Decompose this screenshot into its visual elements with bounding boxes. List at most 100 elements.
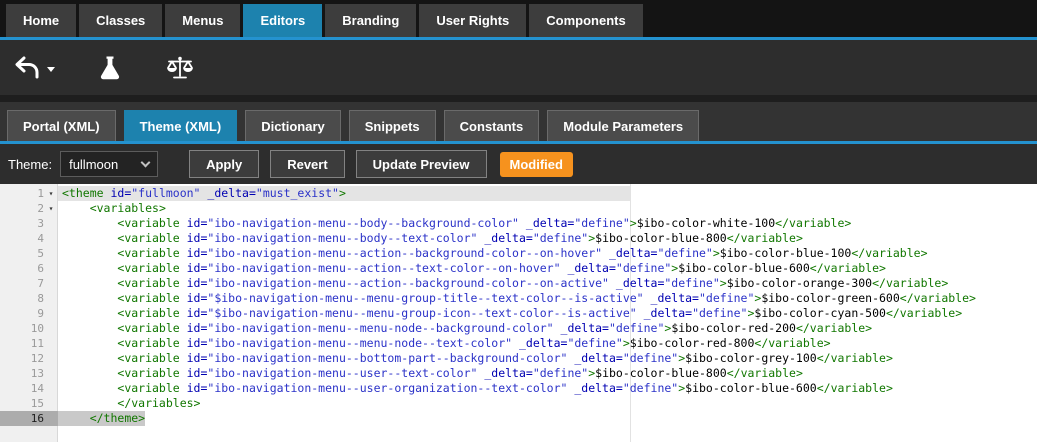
line-number: 1	[18, 186, 44, 201]
code-line[interactable]: <variable id="ibo-navigation-menu--actio…	[58, 246, 1037, 261]
code-token: </variable>	[872, 276, 948, 290]
code-token: _delta=	[637, 306, 692, 320]
top-tab-home[interactable]: Home	[6, 4, 76, 37]
editor-tab-theme-xml[interactable]: Theme (XML)	[124, 110, 238, 141]
top-tab-menus[interactable]: Menus	[165, 4, 240, 37]
code-token: "define"	[609, 321, 664, 335]
code-token	[62, 306, 117, 320]
code-token: $ibo-color-red-800	[630, 336, 755, 350]
code-token: "ibo-navigation-menu--bottom-part--backg…	[207, 351, 567, 365]
top-tab-user-rights[interactable]: User Rights	[419, 4, 526, 37]
editor-tab-bar: Portal (XML) Theme (XML)Dictionary Snippet…	[0, 102, 1037, 144]
top-tab-components[interactable]: Components	[529, 4, 642, 37]
code-token: id=	[180, 276, 208, 290]
code-token: id=	[180, 381, 208, 395]
apply-button[interactable]: Apply	[189, 150, 259, 178]
code-line[interactable]: <variable id="$ibo-navigation-menu--menu…	[58, 306, 1037, 321]
code-token	[62, 276, 117, 290]
toolbar	[0, 40, 1037, 102]
code-token: </variable>	[886, 306, 962, 320]
code-token	[62, 381, 117, 395]
code-line[interactable]: <variables>	[58, 201, 1037, 216]
code-token: id=	[180, 336, 208, 350]
code-line[interactable]: <variable id="ibo-navigation-menu--user-…	[58, 366, 1037, 381]
code-token: "ibo-navigation-menu--action--text-color…	[207, 261, 560, 275]
editor-tab-constants[interactable]: Constants	[444, 110, 540, 141]
code-line[interactable]: <variable id="ibo-navigation-menu--body-…	[58, 231, 1037, 246]
code-token: </theme>	[90, 411, 145, 425]
gutter-cell: 4	[0, 231, 58, 246]
code-token: id=	[180, 231, 208, 245]
undo-icon	[14, 56, 40, 80]
editor-tab-portal-xml[interactable]: Portal (XML)	[7, 110, 116, 141]
code-token: </variable>	[796, 321, 872, 335]
top-tab-editors[interactable]: Editors	[243, 4, 322, 37]
code-line[interactable]: <variable id="ibo-navigation-menu--actio…	[58, 261, 1037, 276]
code-line[interactable]: <variable id="ibo-navigation-menu--menu-…	[58, 321, 1037, 336]
code-token	[62, 201, 90, 215]
line-number: 8	[18, 291, 44, 306]
code-token: <variable	[117, 336, 179, 350]
code-token: $ibo-color-green-600	[761, 291, 899, 305]
line-number: 2	[18, 201, 44, 216]
code-token: <variable	[117, 306, 179, 320]
code-token: $ibo-color-blue-800	[595, 366, 727, 380]
code-token: _delta=	[602, 246, 657, 260]
code-token: "$ibo-navigation-menu--menu-group-icon--…	[207, 306, 636, 320]
chevron-down-icon[interactable]	[47, 67, 55, 72]
flask-button[interactable]	[99, 55, 121, 81]
editor-tab-module-parameters[interactable]: Module Parameters	[547, 110, 699, 141]
code-token: <variables>	[90, 201, 166, 215]
code-line[interactable]: <variable id="ibo-navigation-menu--body-…	[58, 216, 1037, 231]
fold-icon[interactable]: ▾	[44, 201, 58, 216]
line-number: 10	[18, 321, 44, 336]
code-row: 8 <variable id="$ibo-navigation-menu--me…	[0, 291, 1037, 306]
undo-button[interactable]	[14, 56, 55, 80]
code-token: "$ibo-navigation-menu--menu-group-title-…	[207, 291, 643, 305]
theme-buttons: Apply Revert Update Preview	[189, 150, 486, 178]
code-line[interactable]: <variable id="$ibo-navigation-menu--menu…	[58, 291, 1037, 306]
top-tab-branding[interactable]: Branding	[325, 4, 416, 37]
code-token: "ibo-navigation-menu--user--text-color"	[207, 366, 477, 380]
code-token: >	[720, 276, 727, 290]
code-line[interactable]: <variable id="ibo-navigation-menu--actio…	[58, 276, 1037, 291]
fold-icon[interactable]: ▾	[44, 186, 58, 201]
top-tab-classes[interactable]: Classes	[79, 4, 162, 37]
code-row: 7 <variable id="ibo-navigation-menu--act…	[0, 276, 1037, 291]
code-token	[62, 261, 117, 275]
code-token: >	[623, 336, 630, 350]
code-token: "ibo-navigation-menu--user-organization-…	[207, 381, 567, 395]
editor-tab-dictionary[interactable]: Dictionary	[245, 110, 341, 141]
revert-button[interactable]: Revert	[270, 150, 344, 178]
code-token: _delta=	[519, 216, 574, 230]
code-token: "define"	[623, 381, 678, 395]
editor-tab-snippets[interactable]: Snippets	[349, 110, 436, 141]
update-preview-button[interactable]: Update Preview	[356, 150, 487, 178]
scales-button[interactable]	[165, 55, 195, 81]
code-row: 12 <variable id="ibo-navigation-menu--bo…	[0, 351, 1037, 366]
code-line[interactable]: <theme id="fullmoon" _delta="must_exist"…	[58, 186, 1037, 201]
code-token: "define"	[574, 216, 629, 230]
gutter-cell: 10	[0, 321, 58, 336]
selection-highlight: </theme>	[58, 411, 145, 426]
code-line[interactable]: <variable id="ibo-navigation-menu--menu-…	[58, 336, 1037, 351]
code-token: id=	[180, 351, 208, 365]
code-token: id=	[180, 321, 208, 335]
gutter-cell: 3	[0, 216, 58, 231]
line-number: 11	[18, 336, 44, 351]
scales-icon	[165, 55, 195, 81]
theme-select[interactable]: fullmoon	[60, 151, 158, 177]
code-token: <variable	[117, 366, 179, 380]
code-token: <theme	[62, 186, 104, 200]
gutter-cell: 15	[0, 396, 58, 411]
modified-badge: Modified	[500, 152, 573, 177]
code-line[interactable]: <variable id="ibo-navigation-menu--botto…	[58, 351, 1037, 366]
code-editor[interactable]: 1▾<theme id="fullmoon" _delta="must_exis…	[0, 184, 1037, 442]
code-token: >	[630, 216, 637, 230]
code-token: _delta=	[609, 276, 664, 290]
code-line[interactable]: <variable id="ibo-navigation-menu--user-…	[58, 381, 1037, 396]
code-token: "fullmoon"	[131, 186, 200, 200]
code-line[interactable]: </theme>	[58, 411, 1037, 426]
code-token: </variables>	[117, 396, 200, 410]
code-line[interactable]: </variables>	[58, 396, 1037, 411]
